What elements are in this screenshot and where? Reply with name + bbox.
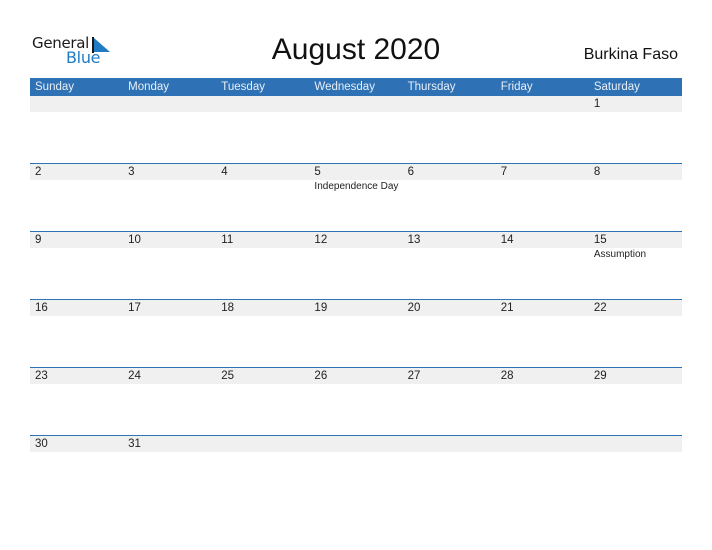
day-cell: 21 [496,300,589,367]
country-label: Burkina Faso [583,46,678,63]
day-cell: 22 [589,300,682,367]
week-days: 1 [30,96,682,163]
day-number: 5 [314,166,321,178]
day-cell: 3 [123,164,216,231]
day-number: 24 [128,370,141,382]
weekday-sunday: Sunday [35,81,75,93]
day-cell: 7 [496,164,589,231]
day-number: 10 [128,234,141,246]
day-number: 26 [314,370,328,382]
weekday-saturday: Saturday [593,81,640,93]
day-number: 30 [35,438,48,450]
day-number: 13 [407,234,421,246]
day-cell: 13 [403,232,496,299]
day-number: 21 [500,302,514,314]
week-row: 23 24 25 26 27 28 29 [30,367,682,435]
calendar-grid: Sunday Monday Tuesday Wednesday Thursday… [30,78,682,503]
weekday-wednesday: Wednesday [314,81,375,93]
day-cell: 25 [216,368,309,435]
weekday-monday: Monday [128,81,170,93]
day-cell: 23 [30,368,123,435]
week-days: 16 17 18 19 20 21 22 [30,300,682,367]
day-cell: 27 [403,368,496,435]
day-number: 17 [128,302,141,314]
day-cell: 20 [403,300,496,367]
day-number: 18 [221,302,235,314]
week-days: 23 24 25 26 27 28 29 [30,368,682,435]
week-row: 9 10 11 12 13 14 15 Assumption [30,231,682,299]
day-number: 6 [407,166,414,178]
weekday-thursday: Thursday [407,81,456,93]
holiday-label: Assumption [593,249,647,260]
day-cell [216,436,309,503]
day-number: 15 [593,234,607,246]
day-number: 2 [35,166,42,178]
week-days: 30 31 [30,436,682,503]
day-number: 19 [314,302,328,314]
day-number: 12 [314,234,328,246]
day-number: 28 [500,370,514,382]
day-number: 7 [500,166,508,178]
day-number: 29 [593,370,607,382]
weekday-header: Sunday Monday Tuesday Wednesday Thursday… [30,78,682,96]
day-cell [309,436,402,503]
weekday-friday: Friday [500,81,533,93]
day-cell [496,96,589,163]
day-cell: 10 [123,232,216,299]
day-cell: 16 [30,300,123,367]
day-cell [403,436,496,503]
day-number: 8 [593,166,601,178]
day-cell: 26 [309,368,402,435]
day-cell: 31 [123,436,216,503]
day-number: 23 [35,370,48,382]
holiday-label: Independence Day [314,181,399,192]
week-row: 16 17 18 19 20 21 22 [30,299,682,367]
week-days: 9 10 11 12 13 14 15 Assumption [30,232,682,299]
day-number: 1 [593,98,601,110]
day-cell: 4 [216,164,309,231]
day-number: 3 [128,166,135,178]
day-cell: 11 [216,232,309,299]
day-cell: 6 [403,164,496,231]
day-number: 16 [35,302,48,314]
day-cell: 19 [309,300,402,367]
day-number: 20 [407,302,421,314]
day-number: 9 [35,234,42,246]
day-cell [403,96,496,163]
day-cell: 2 [30,164,123,231]
day-number: 4 [221,166,228,178]
day-cell: 12 [309,232,402,299]
day-cell: 15 Assumption [589,232,682,299]
day-number: 25 [221,370,235,382]
day-cell [496,436,589,503]
week-row: 1 [30,96,682,163]
day-number: 31 [128,438,141,450]
day-cell [123,96,216,163]
day-cell: 1 [589,96,682,163]
day-cell [30,96,123,163]
week-days: 2 3 4 5 Independence Day 6 7 8 [30,164,682,231]
day-cell: 30 [30,436,123,503]
day-cell: 14 [496,232,589,299]
day-cell: 17 [123,300,216,367]
day-cell: 8 [589,164,682,231]
day-cell [589,436,682,503]
week-row: 30 31 [30,435,682,503]
day-number: 22 [593,302,607,314]
weeks-container: 1 2 3 4 5 Independence Day 6 7 8 9 10 11 12 13 14 15 Ass… [30,96,682,503]
day-cell [309,96,402,163]
weekday-tuesday: Tuesday [221,81,265,93]
day-cell [216,96,309,163]
day-cell: 24 [123,368,216,435]
day-number: 27 [407,370,421,382]
day-number: 14 [500,234,514,246]
day-number: 11 [221,234,234,246]
day-cell: 29 [589,368,682,435]
day-cell: 5 Independence Day [309,164,402,231]
week-row: 2 3 4 5 Independence Day 6 7 8 [30,163,682,231]
day-cell: 28 [496,368,589,435]
day-cell: 18 [216,300,309,367]
day-cell: 9 [30,232,123,299]
